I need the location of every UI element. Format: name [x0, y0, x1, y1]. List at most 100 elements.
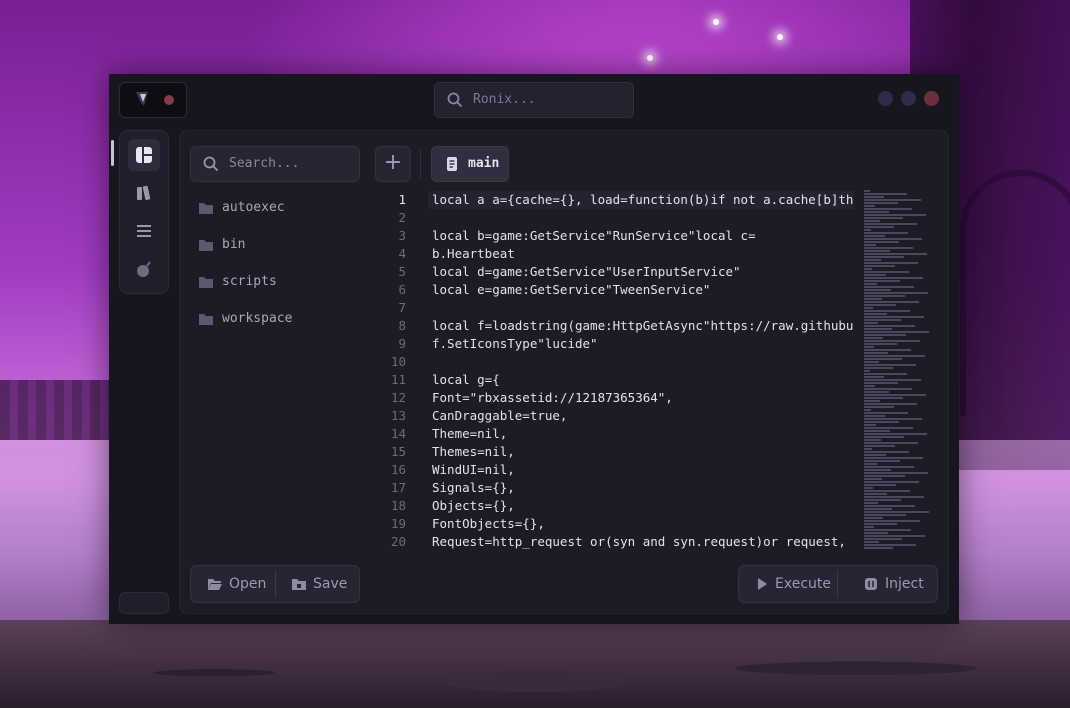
minimap-line	[864, 364, 916, 366]
file-search-input[interactable]: Search...	[190, 146, 360, 182]
background-light	[647, 55, 653, 61]
code-minimap[interactable]	[864, 189, 940, 555]
minimap-line	[864, 526, 874, 528]
minimap-line	[864, 289, 891, 291]
sidebar-item-sort[interactable]	[128, 215, 160, 247]
folder-label: scripts	[222, 274, 277, 289]
minimap-line	[864, 265, 895, 267]
open-button[interactable]: Open	[207, 566, 266, 602]
minimap-line	[864, 238, 922, 240]
minimap-line	[864, 430, 890, 432]
line-number: 10	[390, 354, 406, 369]
minimap-line	[864, 415, 885, 417]
minimap-line	[864, 538, 902, 540]
minimap-line	[864, 274, 886, 276]
code-line: 12 Font="rbxassetid://12187365364",	[380, 389, 854, 407]
search-icon	[447, 92, 463, 108]
add-tab-button[interactable]: +	[375, 146, 411, 182]
minimap-line	[864, 487, 873, 489]
execute-button[interactable]: Execute	[755, 566, 831, 602]
search-icon	[203, 156, 219, 172]
tab-main[interactable]: main	[431, 146, 509, 182]
minimap-line	[864, 508, 892, 510]
minimap-line	[864, 343, 897, 345]
window-dot-maximize[interactable]	[901, 91, 916, 106]
minimap-line	[864, 511, 929, 513]
minimap-line	[864, 373, 907, 375]
line-number: 1	[398, 192, 406, 207]
minimap-line	[864, 532, 888, 534]
code-text: Theme=nil,	[432, 426, 508, 441]
minimap-line	[864, 463, 877, 465]
minimap-line	[864, 319, 901, 321]
global-search-input[interactable]: Ronix...	[434, 82, 634, 118]
folder-item-autoexec[interactable]: autoexec	[198, 197, 368, 234]
minimap-line	[864, 499, 901, 501]
code-line: 10	[380, 353, 854, 371]
line-number: 19	[390, 516, 406, 531]
minimap-line	[864, 406, 894, 408]
folder-item-scripts[interactable]: scripts	[198, 271, 368, 308]
minimap-line	[864, 304, 896, 306]
minimap-line	[864, 502, 878, 504]
sidebar-item-editor[interactable]	[128, 139, 160, 171]
sidebar-item-tools[interactable]	[128, 253, 160, 285]
code-editor[interactable]: 1 local a a={cache={}, load=function(b)if…	[380, 191, 854, 555]
window-dot-minimize[interactable]	[878, 91, 893, 106]
minimap-line	[864, 490, 910, 492]
minimap-line	[864, 493, 887, 495]
minimap-line	[864, 421, 899, 423]
actions-divider	[837, 570, 838, 598]
minimap-line	[864, 382, 898, 384]
minimap-line	[864, 202, 898, 204]
minimap-line	[864, 358, 902, 360]
app-window: Ronix... Search... + main autoexec bin s…	[109, 74, 959, 624]
code-text: local e=game:GetService"TweenService"	[432, 282, 711, 297]
folder-icon	[199, 203, 213, 214]
folder-item-workspace[interactable]: workspace	[198, 308, 368, 345]
code-text: local b=game:GetService"RunService"local…	[432, 228, 756, 243]
folder-icon	[199, 240, 213, 251]
file-search-placeholder: Search...	[229, 156, 300, 171]
save-button[interactable]: Save	[291, 566, 347, 602]
code-text: Themes=nil,	[432, 444, 515, 459]
minimap-line	[864, 520, 920, 522]
minimap-line	[864, 505, 915, 507]
minimap-line	[864, 427, 913, 429]
code-line: 18 Objects={},	[380, 497, 854, 515]
code-line: 2	[380, 209, 854, 227]
sidebar-item-library[interactable]	[128, 177, 160, 209]
window-dot-close[interactable]	[924, 91, 939, 106]
background-light	[777, 34, 783, 40]
minimap-line	[864, 223, 917, 225]
inject-button[interactable]: Inject	[863, 566, 924, 602]
app-logo-box	[119, 82, 187, 118]
tab-main-label: main	[468, 156, 500, 171]
minimap-line	[864, 250, 890, 252]
minimap-line	[864, 316, 924, 318]
minimap-line	[864, 454, 886, 456]
folder-list: autoexec bin scripts workspace	[198, 197, 368, 345]
line-number: 7	[398, 300, 406, 315]
folder-item-bin[interactable]: bin	[198, 234, 368, 271]
code-line: 6 local e=game:GetService"TweenService"	[380, 281, 854, 299]
minimap-line	[864, 442, 918, 444]
minimap-line	[864, 529, 911, 531]
code-line: 19 FontObjects={},	[380, 515, 854, 533]
folder-label: workspace	[222, 311, 293, 326]
background-bridge-arch	[960, 170, 1070, 416]
sidebar-bottom-button[interactable]	[119, 592, 169, 614]
line-number: 17	[390, 480, 406, 495]
minimap-line	[864, 334, 906, 336]
minimap-line	[864, 403, 917, 405]
sidebar	[119, 130, 169, 294]
minimap-line	[864, 379, 921, 381]
minimap-line	[864, 451, 909, 453]
line-number: 20	[390, 534, 406, 549]
folder-label: bin	[222, 237, 246, 252]
minimap-line	[864, 439, 881, 441]
minimap-line	[864, 262, 918, 264]
line-number: 8	[398, 318, 406, 333]
minimap-line	[864, 310, 910, 312]
code-line: 20 Request=http_request or(syn and syn.re…	[380, 533, 854, 551]
